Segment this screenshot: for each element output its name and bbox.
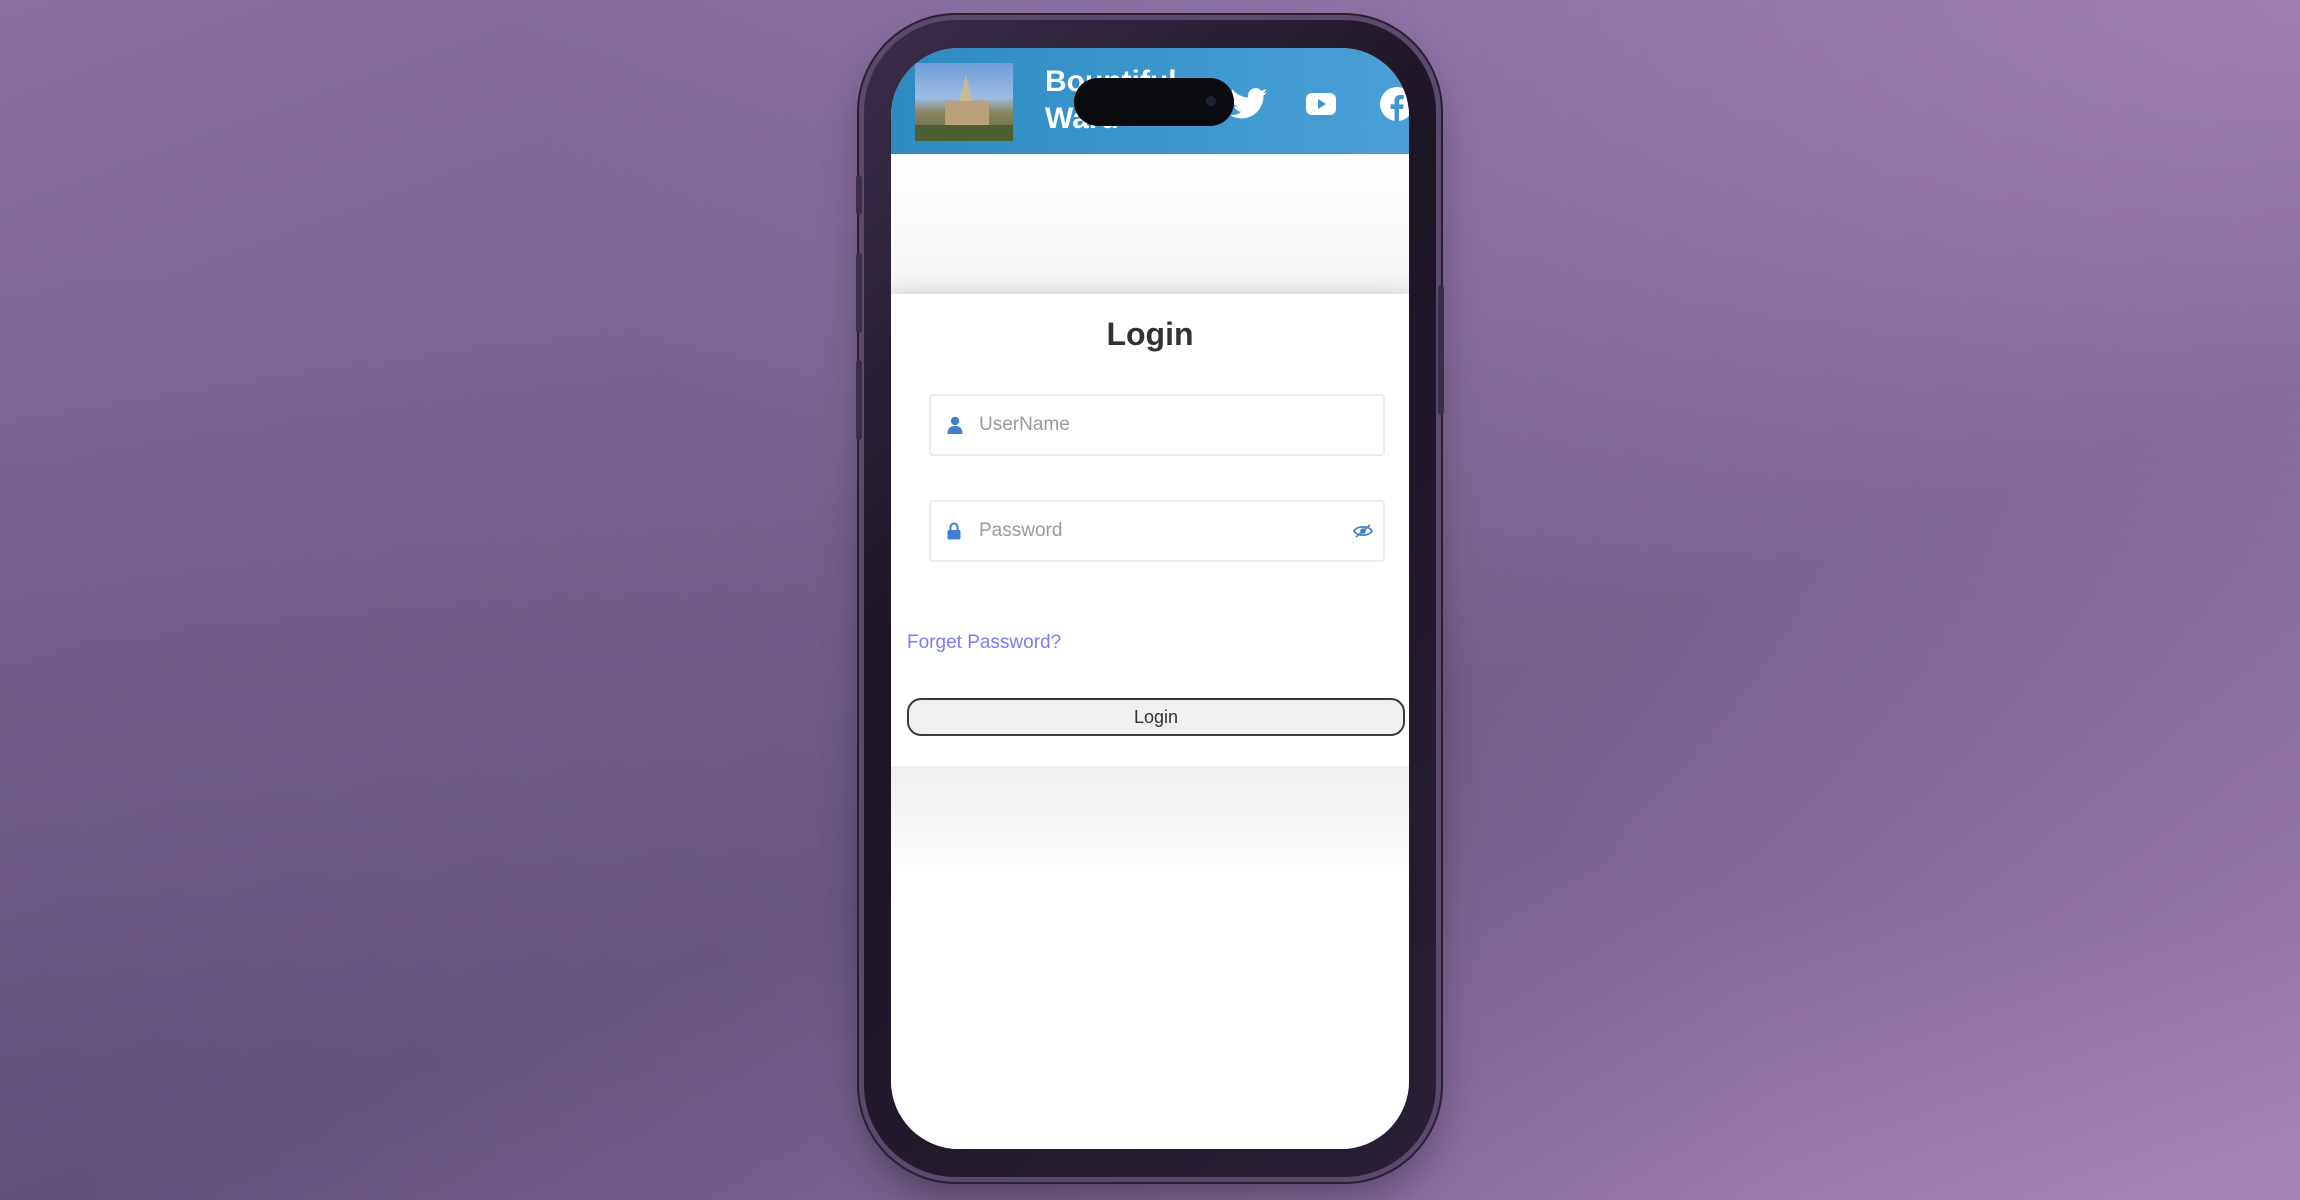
dynamic-island: [1074, 78, 1234, 126]
login-card: Login UserName Forget Password? Login: [891, 294, 1409, 766]
youtube-icon: [1306, 93, 1336, 115]
card-shadow: [891, 766, 1409, 876]
login-button[interactable]: Login: [907, 698, 1405, 736]
phone-frame: Bountiful Ward Login: [856, 20, 1444, 1177]
facebook-link[interactable]: [1375, 84, 1409, 124]
twitter-icon: [1230, 88, 1268, 119]
login-title: Login: [1106, 316, 1194, 352]
password-field[interactable]: [929, 500, 1385, 562]
page-banner-area: [891, 154, 1409, 304]
phone-power-button: [1438, 285, 1444, 415]
username-input[interactable]: [979, 414, 1383, 436]
phone-volume-down-button: [856, 360, 862, 440]
phone-screen: Bountiful Ward Login: [891, 48, 1409, 1149]
phone-action-button: [856, 175, 862, 215]
lock-icon: [947, 522, 969, 540]
ward-building-photo[interactable]: [915, 63, 1013, 141]
forgot-password-link[interactable]: Forget Password?: [907, 632, 1061, 654]
youtube-link[interactable]: [1301, 84, 1341, 124]
facebook-icon: [1380, 87, 1409, 122]
phone-volume-up-button: [856, 253, 862, 333]
user-icon: [947, 416, 969, 434]
password-input[interactable]: [979, 520, 1353, 542]
eye-icon[interactable]: [1353, 524, 1373, 538]
username-field[interactable]: [929, 394, 1385, 456]
